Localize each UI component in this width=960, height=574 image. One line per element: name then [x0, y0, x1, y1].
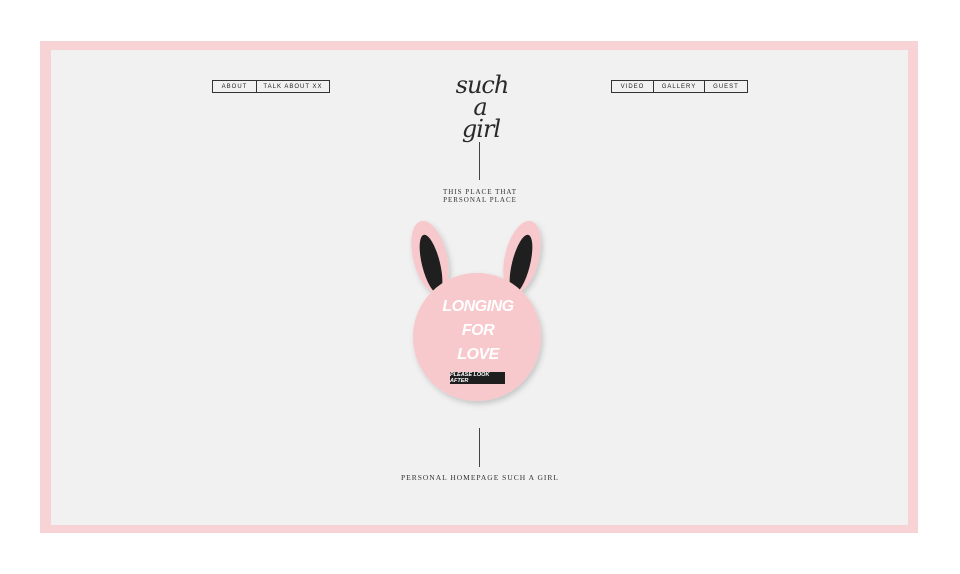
badge-line-3: LOVE: [457, 346, 499, 363]
nav-item-guest[interactable]: GUEST: [705, 81, 747, 92]
divider-line-bottom: [479, 428, 480, 467]
nav-item-video[interactable]: VIDEO: [612, 81, 654, 92]
site-logo[interactable]: such a girl: [440, 73, 522, 143]
divider-line-top: [479, 142, 480, 180]
nav-item-gallery[interactable]: GALLERY: [654, 81, 705, 92]
nav-right: VIDEO GALLERY GUEST: [611, 80, 748, 93]
nav-item-talk-about[interactable]: TALK ABOUT XX: [257, 81, 329, 92]
logo-line-3: girl: [461, 115, 501, 143]
nav-left: ABOUT TALK ABOUT XX: [212, 80, 330, 93]
badge-line-2: FOR: [461, 322, 495, 339]
tagline-line-2: PERSONAL PLACE: [443, 196, 517, 204]
please-look-after-button[interactable]: PLEASE LOOK AFTER: [450, 372, 505, 384]
tagline: THIS PLACE THAT PERSONAL PLACE: [400, 188, 560, 204]
nav-item-about[interactable]: ABOUT: [213, 81, 257, 92]
badge-line-1: LONGING: [442, 298, 514, 315]
tagline-line-1: THIS PLACE THAT: [443, 188, 517, 196]
footer-text: PERSONAL HOMEPAGE SUCH A GIRL: [400, 473, 560, 482]
